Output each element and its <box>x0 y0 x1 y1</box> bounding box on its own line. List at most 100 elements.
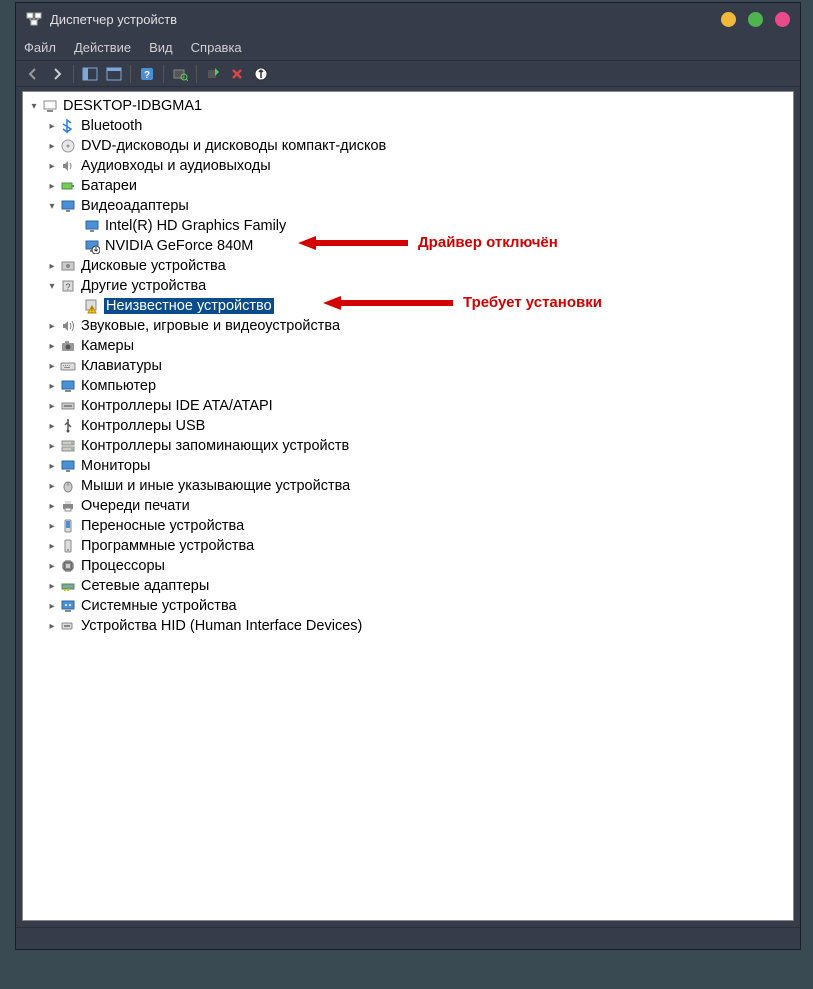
network-adapter-icon <box>60 578 76 594</box>
tree-system[interactable]: ▸ Системные устройства <box>23 596 793 616</box>
menu-help[interactable]: Справка <box>191 40 242 55</box>
help-button[interactable]: ? <box>136 63 158 85</box>
chevron-right-icon[interactable]: ▸ <box>45 339 59 353</box>
menubar: Файл Действие Вид Справка <box>16 35 800 61</box>
other-devices-icon: ? <box>60 278 76 294</box>
scan-hardware-button[interactable] <box>169 63 191 85</box>
tree-disk[interactable]: ▸ Дисковые устройства <box>23 256 793 276</box>
computer-icon <box>42 98 58 114</box>
tree-cpu[interactable]: ▸ Процессоры <box>23 556 793 576</box>
statusbar <box>16 927 800 949</box>
monitor-icon <box>60 458 76 474</box>
chevron-right-icon[interactable]: ▸ <box>45 579 59 593</box>
chevron-right-icon[interactable]: ▸ <box>45 139 59 153</box>
tree-other-unknown[interactable]: ! Неизвестное устройство <box>23 296 793 316</box>
tree-mouse[interactable]: ▸ Мыши и иные указывающие устройства <box>23 476 793 496</box>
uninstall-device-button[interactable] <box>226 63 248 85</box>
tree-print-queue[interactable]: ▸ Очереди печати <box>23 496 793 516</box>
maximize-button[interactable] <box>748 12 763 27</box>
titlebar[interactable]: Диспетчер устройств <box>16 3 800 35</box>
chevron-right-icon[interactable]: ▸ <box>45 479 59 493</box>
chevron-down-icon[interactable]: ▾ <box>27 99 41 113</box>
svg-text:!: ! <box>91 308 93 315</box>
display-adapter-icon <box>60 198 76 214</box>
chevron-right-icon[interactable]: ▸ <box>45 399 59 413</box>
tree-root[interactable]: ▾ DESKTOP-IDBGMA1 <box>23 96 793 116</box>
tree-hid[interactable]: ▸ Устройства HID (Human Interface Device… <box>23 616 793 636</box>
disc-drive-icon <box>60 138 76 154</box>
device-tree: ▾ DESKTOP-IDBGMA1 ▸ Bluetooth ▸ DVD-диск… <box>23 96 793 636</box>
hid-icon <box>60 618 76 634</box>
device-tree-panel[interactable]: ▾ DESKTOP-IDBGMA1 ▸ Bluetooth ▸ DVD-диск… <box>22 91 794 921</box>
window-controls <box>721 12 790 27</box>
tree-battery[interactable]: ▸ Батареи <box>23 176 793 196</box>
tree-software[interactable]: ▸ Программные устройства <box>23 536 793 556</box>
display-adapter-disabled-icon <box>84 238 100 254</box>
chevron-right-icon[interactable]: ▸ <box>45 379 59 393</box>
forward-button[interactable] <box>46 63 68 85</box>
chevron-right-icon[interactable]: ▸ <box>45 419 59 433</box>
tree-sound[interactable]: ▸ Звуковые, игровые и видеоустройства <box>23 316 793 336</box>
chevron-right-icon[interactable]: ▸ <box>45 459 59 473</box>
keyboard-icon <box>60 358 76 374</box>
camera-icon <box>60 338 76 354</box>
tree-portable[interactable]: ▸ Переносные устройства <box>23 516 793 536</box>
computer-icon <box>60 378 76 394</box>
system-device-icon <box>60 598 76 614</box>
software-device-icon <box>60 538 76 554</box>
tree-usb[interactable]: ▸ Контроллеры USB <box>23 416 793 436</box>
chevron-right-icon[interactable]: ▸ <box>45 539 59 553</box>
back-button[interactable] <box>22 63 44 85</box>
toolbar: ? <box>16 61 800 87</box>
update-driver-button[interactable] <box>250 63 272 85</box>
tree-video-intel[interactable]: Intel(R) HD Graphics Family <box>23 216 793 236</box>
chevron-right-icon[interactable]: ▸ <box>45 599 59 613</box>
battery-icon <box>60 178 76 194</box>
tree-dvd[interactable]: ▸ DVD-дисководы и дисководы компакт-диск… <box>23 136 793 156</box>
display-adapter-icon <box>84 218 100 234</box>
sound-icon <box>60 318 76 334</box>
chevron-down-icon[interactable]: ▾ <box>45 279 59 293</box>
tree-video[interactable]: ▾ Видеоадаптеры <box>23 196 793 216</box>
chevron-right-icon[interactable]: ▸ <box>45 439 59 453</box>
enable-device-button[interactable] <box>202 63 224 85</box>
tree-ide[interactable]: ▸ Контроллеры IDE ATA/ATAPI <box>23 396 793 416</box>
chevron-right-icon[interactable]: ▸ <box>45 159 59 173</box>
chevron-down-icon[interactable]: ▾ <box>45 199 59 213</box>
chevron-right-icon[interactable]: ▸ <box>45 359 59 373</box>
storage-controller-icon <box>60 438 76 454</box>
properties-button[interactable] <box>103 63 125 85</box>
close-button[interactable] <box>775 12 790 27</box>
svg-text:?: ? <box>65 282 70 292</box>
chevron-right-icon[interactable]: ▸ <box>45 319 59 333</box>
menu-file[interactable]: Файл <box>24 40 56 55</box>
menu-action[interactable]: Действие <box>74 40 131 55</box>
device-manager-window: Диспетчер устройств Файл Действие Вид Сп… <box>15 2 801 950</box>
tree-storage[interactable]: ▸ Контроллеры запоминающих устройств <box>23 436 793 456</box>
bluetooth-icon <box>60 118 76 134</box>
minimize-button[interactable] <box>721 12 736 27</box>
tree-monitor[interactable]: ▸ Мониторы <box>23 456 793 476</box>
chevron-right-icon[interactable]: ▸ <box>45 559 59 573</box>
show-hide-tree-button[interactable] <box>79 63 101 85</box>
tree-audio[interactable]: ▸ Аудиовходы и аудиовыходы <box>23 156 793 176</box>
tree-network[interactable]: ▸ Сетевые адаптеры <box>23 576 793 596</box>
tree-camera[interactable]: ▸ Камеры <box>23 336 793 356</box>
chevron-right-icon[interactable]: ▸ <box>45 119 59 133</box>
tree-computer[interactable]: ▸ Компьютер <box>23 376 793 396</box>
chevron-right-icon[interactable]: ▸ <box>45 519 59 533</box>
tree-video-nvidia[interactable]: NVIDIA GeForce 840M <box>23 236 793 256</box>
portable-device-icon <box>60 518 76 534</box>
tree-keyboard[interactable]: ▸ Клавиатуры <box>23 356 793 376</box>
tree-bluetooth[interactable]: ▸ Bluetooth <box>23 116 793 136</box>
menu-view[interactable]: Вид <box>149 40 173 55</box>
chevron-right-icon[interactable]: ▸ <box>45 619 59 633</box>
tree-other[interactable]: ▾ ? Другие устройства <box>23 276 793 296</box>
chevron-right-icon[interactable]: ▸ <box>45 499 59 513</box>
disk-drive-icon <box>60 258 76 274</box>
printer-icon <box>60 498 76 514</box>
chevron-right-icon[interactable]: ▸ <box>45 259 59 273</box>
mouse-icon <box>60 478 76 494</box>
usb-icon <box>60 418 76 434</box>
chevron-right-icon[interactable]: ▸ <box>45 179 59 193</box>
